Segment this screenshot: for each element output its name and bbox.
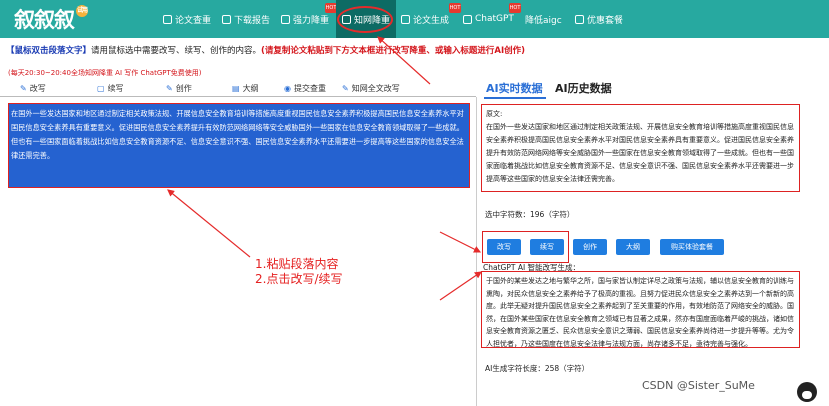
- highlight-circle: [337, 6, 393, 33]
- chat-icon: [575, 14, 584, 24]
- hot-badge: HOT: [509, 3, 521, 13]
- annotation-line-1: 1.粘贴段落内容: [255, 257, 339, 271]
- outline-button[interactable]: 大纲: [616, 239, 650, 255]
- nav-item-chatgpt[interactable]: ChatGPT: [463, 0, 514, 38]
- pen-icon: ✎: [166, 84, 173, 93]
- nav-item-strong-reduce[interactable]: 强力降重: [281, 0, 329, 38]
- instruction-line: 【鼠标双击段落文字】请用鼠标选中需要改写、续写、创作的内容。(请复制论文粘贴到下…: [6, 44, 525, 56]
- hot-badge: HOT: [449, 3, 461, 13]
- instruction-middle: 请用鼠标选中需要改写、续写、创作的内容。: [91, 46, 262, 56]
- logo-badge: 试用: [76, 5, 88, 17]
- annotation-text: 1.粘贴段落内容 2.点击改写/续写: [255, 257, 343, 287]
- rewrite-button[interactable]: 改写: [487, 239, 521, 255]
- nav-item-discount-plans[interactable]: 优惠套餐: [575, 0, 623, 38]
- site-logo[interactable]: 叙叙叙 试用: [14, 4, 88, 34]
- pen-icon: ✎: [20, 84, 27, 93]
- generated-length: AI生成字符长度：258（字符）: [485, 364, 590, 373]
- buy-trial-button[interactable]: 购买体验套餐: [660, 239, 724, 255]
- generated-text-box: 于国外的某些发达之地与繁华之所，国与家皆认制定详尽之政策与法规，辅以信息安全教育…: [481, 271, 800, 348]
- original-text: 在国外一些发达国家和地区通过制定相关政策法规、开展信息安全教育培训等措施高度重视…: [486, 123, 794, 183]
- submit-check-button[interactable]: ◉ 提交查重: [284, 83, 326, 94]
- create-tool-button[interactable]: ✎ 创作: [166, 83, 192, 94]
- selected-char-count: 选中字符数：196（字符）: [485, 210, 575, 219]
- original-label: 原文:: [486, 110, 503, 118]
- mascot-icon: [797, 382, 817, 402]
- logo-text: 叙叙叙: [14, 8, 75, 32]
- create-button[interactable]: 创作: [573, 239, 607, 255]
- instruction-prefix: 【鼠标双击段落文字】: [6, 46, 92, 56]
- original-text-box: 原文: 在国外一些发达国家和地区通过制定相关政策法规、开展信息安全教育培训等措施…: [481, 104, 800, 192]
- nav-item-paper-generate[interactable]: 论文生成: [401, 0, 449, 38]
- outline-tool-button[interactable]: ▤ 大纲: [232, 83, 259, 94]
- download-icon: [222, 14, 231, 24]
- square-icon: ▢: [97, 84, 105, 93]
- instruction-suffix: (请复制论文粘贴到下方文本框进行改写降重、或输入标题进行AI创作): [261, 46, 526, 56]
- list-icon: ▤: [232, 84, 240, 93]
- nav-item-download-report[interactable]: 下载报告: [222, 0, 270, 38]
- active-tab-indicator: [484, 97, 546, 99]
- continue-tool-button[interactable]: ▢ 续写: [97, 83, 124, 94]
- full-rewrite-button[interactable]: ✎ 知网全文改写: [342, 83, 400, 94]
- nav-item-reduce-aigc[interactable]: 降低aigc: [525, 0, 562, 38]
- rewrite-tool-button[interactable]: ✎ 改写: [20, 83, 46, 94]
- generated-text: 于国外的某些发达之地与繁华之所，国与家皆认制定详尽之政策与法规，辅以信息安全教育…: [486, 277, 794, 348]
- document-icon: [163, 14, 172, 24]
- tab-realtime-data[interactable]: AI实时数据: [486, 80, 543, 96]
- chat-icon: [463, 14, 472, 24]
- document-icon: [401, 14, 410, 24]
- nav-item-plagiarism-check[interactable]: 论文查重: [163, 0, 211, 38]
- circle-icon: ◉: [284, 84, 291, 93]
- free-notice: (每天20:30~20:40全场知网降重 AI 写作 ChatGPT免费使用): [8, 69, 202, 77]
- watermark: CSDN @Sister_SuMe: [642, 379, 755, 392]
- selected-paragraph[interactable]: 在国外一些发达国家和地区通过制定相关政策法规、开展信息安全教育培训等措施高度重视…: [8, 103, 470, 188]
- tab-history-data[interactable]: AI历史数据: [555, 80, 612, 96]
- edit-icon: [281, 14, 290, 24]
- continue-button[interactable]: 续写: [530, 239, 564, 255]
- pen-icon: ✎: [342, 84, 349, 93]
- annotation-line-2: 2.点击改写/续写: [255, 272, 343, 286]
